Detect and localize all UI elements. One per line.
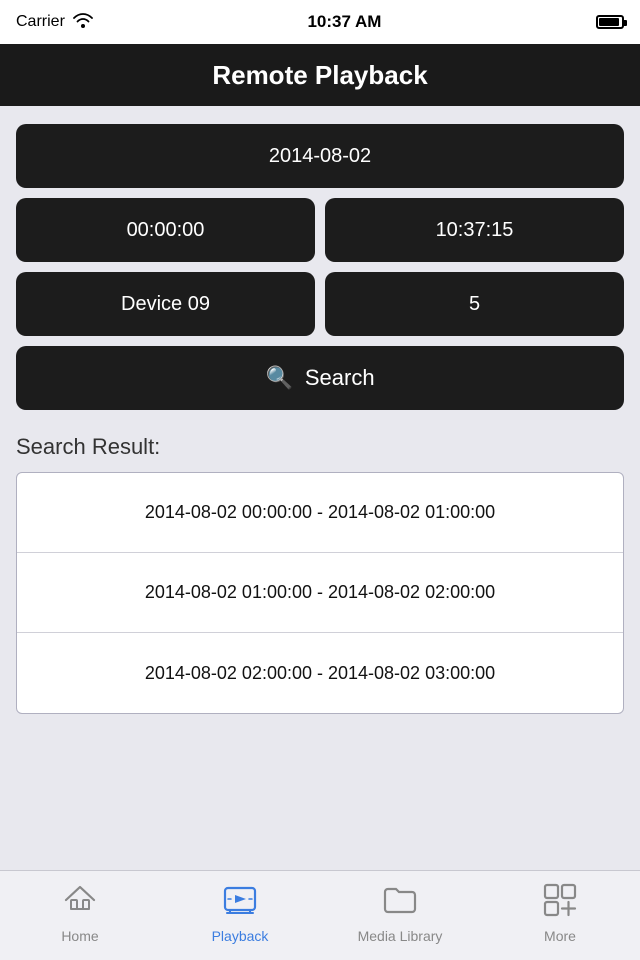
device-button[interactable]: Device 09 [16,272,315,336]
playback-icon [222,882,258,924]
search-result-section: Search Result: [0,420,640,466]
carrier-label: Carrier [16,13,65,31]
date-row: 2014-08-02 [16,124,624,188]
channel-button[interactable]: 5 [325,272,624,336]
tab-more-label: More [544,928,576,944]
result-list: 2014-08-02 00:00:00 - 2014-08-02 01:00:0… [16,472,624,714]
battery-icon [596,15,624,29]
status-bar: Carrier 10:37 AM [0,0,640,44]
search-icon: 🔍 [265,365,292,391]
tab-bar: Home Playback Media Library [0,870,640,960]
result-item-2[interactable]: 2014-08-02 02:00:00 - 2014-08-02 03:00:0… [17,633,623,713]
search-button[interactable]: 🔍 Search [16,346,624,410]
wifi-icon [73,12,93,33]
title-bar: Remote Playback [0,44,640,106]
search-row: 🔍 Search [16,346,624,410]
more-icon [542,882,578,924]
tab-playback[interactable]: Playback [160,871,320,960]
tab-media-library-label: Media Library [358,928,443,944]
time-row: 00:00:00 10:37:15 [16,198,624,262]
result-item-1[interactable]: 2014-08-02 01:00:00 - 2014-08-02 02:00:0… [17,553,623,633]
device-row: Device 09 5 [16,272,624,336]
tab-playback-label: Playback [212,928,269,944]
folder-icon [382,882,418,924]
end-time-button[interactable]: 10:37:15 [325,198,624,262]
search-label: Search [305,365,375,391]
tab-home[interactable]: Home [0,871,160,960]
result-item-0[interactable]: 2014-08-02 00:00:00 - 2014-08-02 01:00:0… [17,473,623,553]
tab-more[interactable]: More [480,871,640,960]
status-time: 10:37 AM [307,12,381,32]
date-button[interactable]: 2014-08-02 [16,124,624,188]
status-right [596,15,624,29]
controls-area: 2014-08-02 00:00:00 10:37:15 Device 09 5… [0,106,640,420]
status-left: Carrier [16,12,93,33]
search-result-label: Search Result: [16,434,160,459]
tab-home-label: Home [61,928,98,944]
page-title: Remote Playback [212,60,427,91]
tab-media-library[interactable]: Media Library [320,871,480,960]
start-time-button[interactable]: 00:00:00 [16,198,315,262]
home-icon [62,882,98,924]
